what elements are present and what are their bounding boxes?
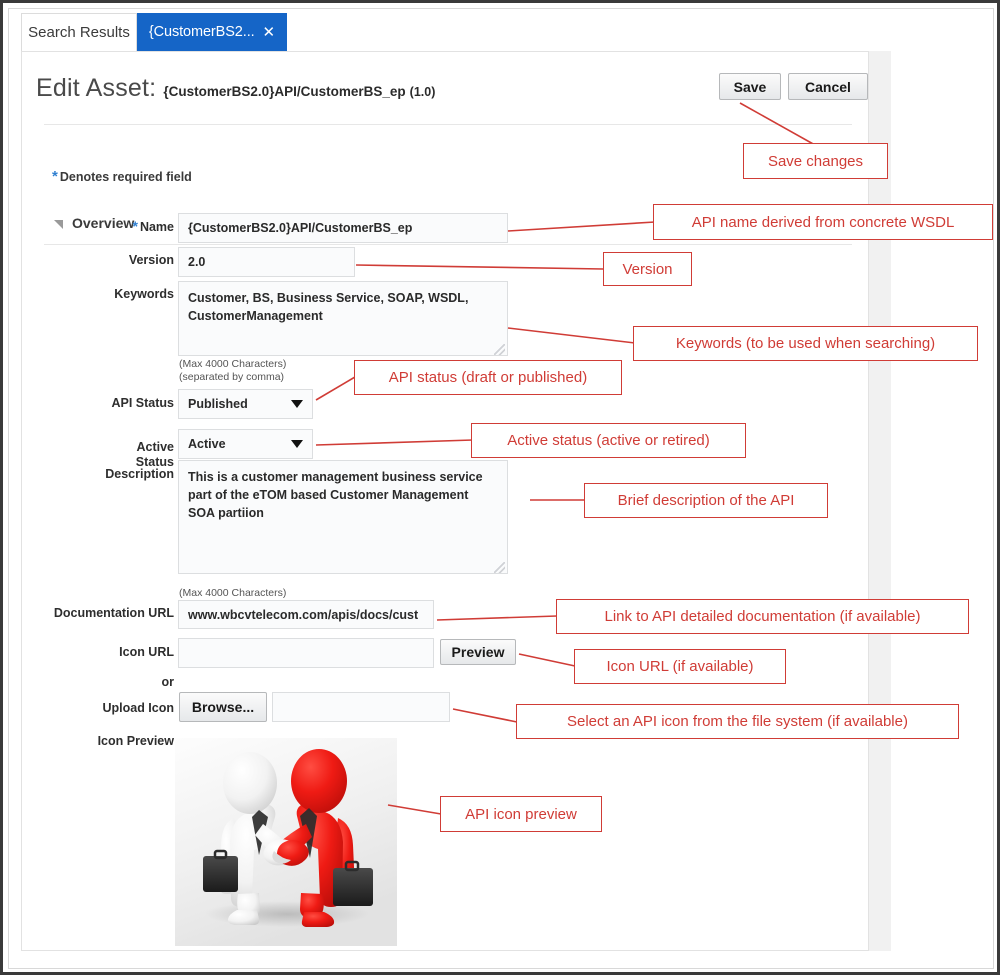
annotation-description: Brief description of the API [584, 483, 828, 518]
tab-customerbs2[interactable]: {CustomerBS2... ✕ [137, 13, 287, 51]
asset-name-text: {CustomerBS2.0}API/CustomerBS_ep [163, 84, 406, 99]
annotation-doc-url: Link to API detailed documentation (if a… [556, 599, 969, 634]
upload-filename-input[interactable] [272, 692, 450, 722]
version-label-text: Version [128, 253, 174, 267]
cancel-button[interactable]: Cancel [788, 73, 868, 100]
annotation-icon-url: Icon URL (if available) [574, 649, 786, 684]
description-label: Description [62, 467, 174, 482]
name-input[interactable] [178, 213, 508, 243]
active-status-select[interactable]: Active [178, 429, 313, 459]
tab-search-results[interactable]: Search Results [21, 13, 137, 51]
documentation-url-label: Documentation URL [36, 606, 174, 621]
annotation-api-status: API status (draft or published) [354, 360, 622, 395]
version-label: Version [62, 253, 174, 268]
annotation-keywords-text: Keywords (to be used when searching) [675, 335, 936, 352]
browse-button[interactable]: Browse... [179, 692, 267, 722]
or-label: or [62, 675, 175, 690]
preview-button-label: Preview [451, 644, 505, 660]
active-status-label: Active Status [62, 425, 174, 470]
icon-preview-label: Icon Preview [62, 734, 174, 749]
keywords-textarea[interactable]: Customer, BS, Business Service, SOAP, WS… [178, 281, 508, 356]
page-title-text: Edit Asset: [36, 74, 157, 102]
save-button[interactable]: Save [719, 73, 781, 100]
description-hint: (Max 4000 Characters) [179, 587, 287, 599]
documentation-url-input[interactable] [178, 600, 434, 629]
annotation-version: Version [603, 252, 692, 286]
annotation-version-text: Version [622, 260, 673, 278]
version-input[interactable] [178, 247, 355, 277]
annotation-api-status-text: API status (draft or published) [388, 369, 588, 386]
annotation-active-status-text: Active status (active or retired) [507, 432, 710, 449]
annotation-icon-url-text: Icon URL (if available) [606, 658, 754, 675]
chevron-down-icon [291, 440, 303, 448]
annotation-api-name-text: API name derived from concrete WSDL [691, 213, 955, 231]
annotation-active-status: Active status (active or retired) [471, 423, 746, 458]
tab-strip: Search Results {CustomerBS2... ✕ [9, 9, 993, 51]
browse-button-label: Browse... [191, 699, 255, 715]
documentation-url-label-text: Documentation URL [53, 606, 174, 620]
annotation-save-changes: Save changes [743, 143, 888, 179]
active-status-value: Active [188, 437, 226, 451]
asset-version-text: (1.0) [409, 85, 436, 99]
keywords-hint: (Max 4000 Characters) (separated by comm… [179, 358, 287, 383]
upload-icon-label: Upload Icon [62, 701, 174, 716]
icon-url-input[interactable] [178, 638, 434, 668]
close-icon[interactable]: ✕ [263, 25, 276, 40]
annotation-icon-preview: API icon preview [440, 796, 602, 832]
required-field-note: * Denotes required field [52, 168, 192, 185]
save-button-label: Save [733, 78, 767, 95]
chevron-down-icon [291, 400, 303, 408]
annotation-upload-icon-text: Select an API icon from the file system … [567, 713, 908, 730]
keywords-label: Keywords [62, 287, 174, 302]
required-field-note-text: Denotes required field [59, 170, 192, 184]
keywords-label-text: Keywords [114, 287, 174, 301]
annotation-description-text: Brief description of the API [617, 492, 795, 509]
name-label-text: Name [139, 220, 174, 234]
description-label-text: Description [105, 467, 174, 481]
preview-button[interactable]: Preview [440, 639, 516, 665]
header-divider [44, 124, 852, 125]
api-status-select[interactable]: Published [178, 389, 313, 419]
required-star-icon: * [52, 168, 58, 185]
annotation-save-changes-text: Save changes [767, 152, 864, 170]
page-frame: Search Results {CustomerBS2... ✕ Edit As… [0, 0, 1000, 975]
overview-divider [44, 244, 852, 245]
icon-url-label: Icon URL [62, 645, 174, 660]
tab-customerbs2-label: {CustomerBS2... [148, 24, 255, 40]
cancel-button-label: Cancel [805, 78, 851, 95]
name-label: * Name [62, 218, 175, 235]
annotation-doc-url-text: Link to API detailed documentation (if a… [604, 608, 921, 625]
icon-preview-image [175, 738, 397, 946]
active-status-label-text: Active Status [135, 440, 174, 469]
or-label-text: or [161, 675, 175, 689]
api-status-value: Published [188, 397, 248, 411]
right-gutter [869, 51, 891, 951]
tab-search-results-label: Search Results [28, 24, 130, 41]
annotation-keywords: Keywords (to be used when searching) [633, 326, 978, 361]
upload-icon-label-text: Upload Icon [102, 701, 174, 715]
annotation-api-name: API name derived from concrete WSDL [653, 204, 993, 240]
api-status-label-text: API Status [111, 396, 174, 410]
description-textarea[interactable]: This is a customer management business s… [178, 460, 508, 574]
icon-url-label-text: Icon URL [119, 645, 174, 659]
annotation-icon-preview-text: API icon preview [465, 805, 577, 823]
icon-preview-label-text: Icon Preview [97, 734, 174, 748]
required-star-icon: * [132, 218, 138, 234]
api-status-label: API Status [62, 396, 174, 411]
handshake-illustration-icon [175, 738, 397, 946]
annotation-upload-icon: Select an API icon from the file system … [516, 704, 959, 739]
